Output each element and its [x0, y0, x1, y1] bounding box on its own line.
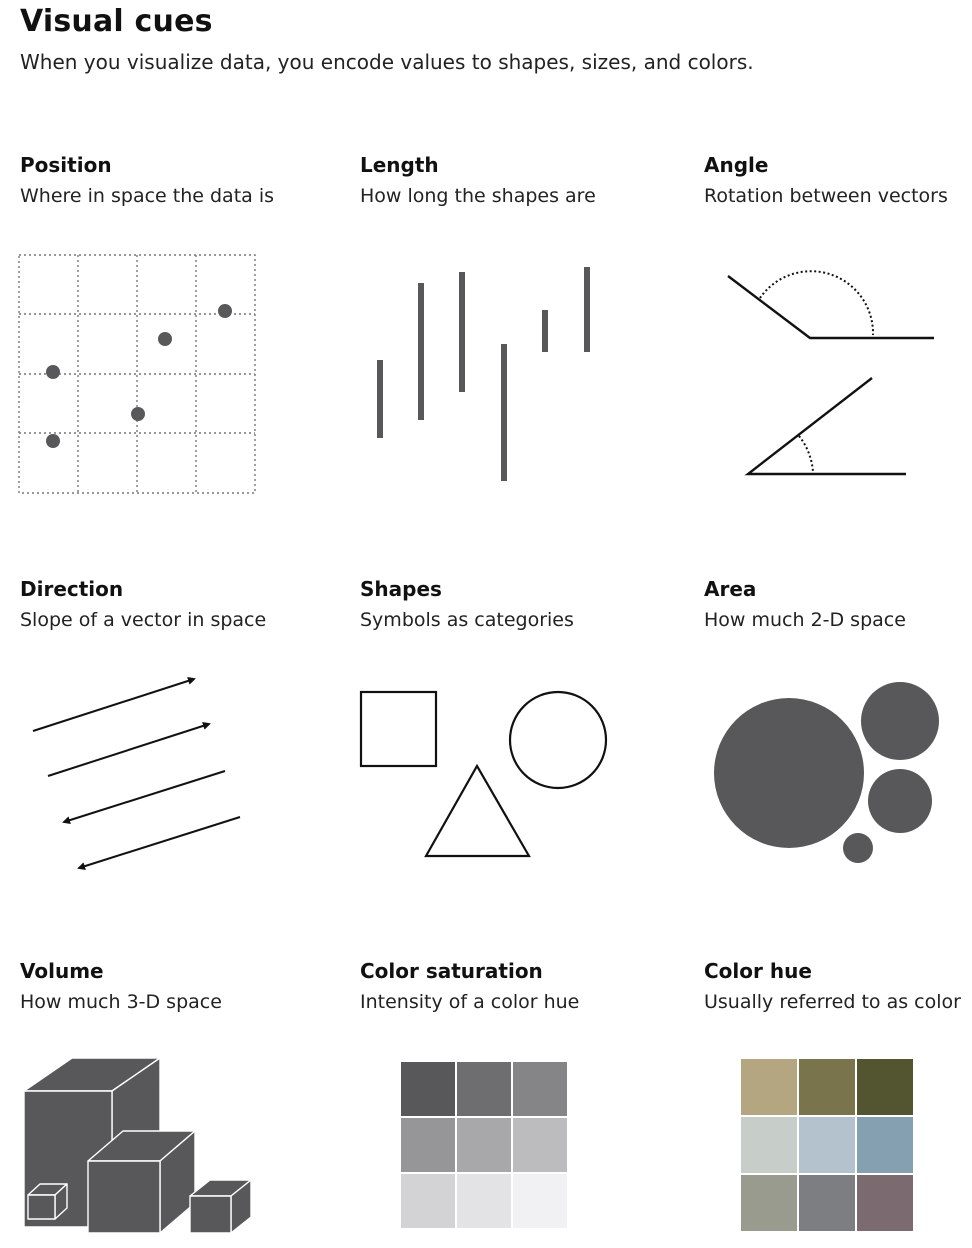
angle-figure-upper	[727, 270, 934, 340]
position-point	[131, 407, 145, 421]
direction-arrow	[77, 816, 241, 871]
direction-arrow	[62, 770, 226, 825]
circle-shape	[508, 690, 608, 790]
length-bar	[501, 344, 507, 481]
hue-swatch	[741, 1059, 797, 1115]
direction-arrow	[32, 677, 196, 732]
length-bar	[584, 267, 590, 352]
hue-swatch	[857, 1117, 913, 1173]
saturation-swatch	[401, 1062, 455, 1116]
length-bar	[377, 360, 383, 438]
hue-swatch	[799, 1059, 855, 1115]
area-circle	[868, 769, 932, 833]
position-point	[46, 434, 60, 448]
position-point	[218, 304, 232, 318]
position-point	[46, 365, 60, 379]
hue-swatch	[799, 1117, 855, 1173]
area-circle	[714, 698, 864, 848]
saturation-swatch	[457, 1062, 511, 1116]
direction-arrow	[47, 722, 211, 777]
position-point	[158, 332, 172, 346]
volume-cubes	[23, 1057, 252, 1234]
angle-figure-lower	[744, 377, 906, 476]
length-bar	[542, 310, 548, 352]
hue-swatch	[741, 1175, 797, 1231]
saturation-swatch	[401, 1174, 455, 1228]
hue-swatch	[857, 1059, 913, 1115]
saturation-swatch	[513, 1062, 567, 1116]
saturation-swatch	[457, 1118, 511, 1172]
hue-swatch	[857, 1175, 913, 1231]
saturation-swatch	[401, 1118, 455, 1172]
area-circle	[861, 682, 939, 760]
square-shape	[359, 690, 438, 768]
position-illustration	[18, 254, 939, 1234]
triangle-shape	[424, 763, 531, 858]
area-circle	[843, 833, 873, 863]
length-bar	[459, 272, 465, 392]
length-bar	[418, 283, 424, 420]
hue-grid	[741, 1059, 913, 1231]
saturation-swatch	[513, 1174, 567, 1228]
saturation-swatch	[513, 1118, 567, 1172]
hue-swatch	[741, 1117, 797, 1173]
saturation-swatch	[457, 1174, 511, 1228]
hue-swatch	[799, 1175, 855, 1231]
saturation-grid	[401, 1062, 567, 1228]
